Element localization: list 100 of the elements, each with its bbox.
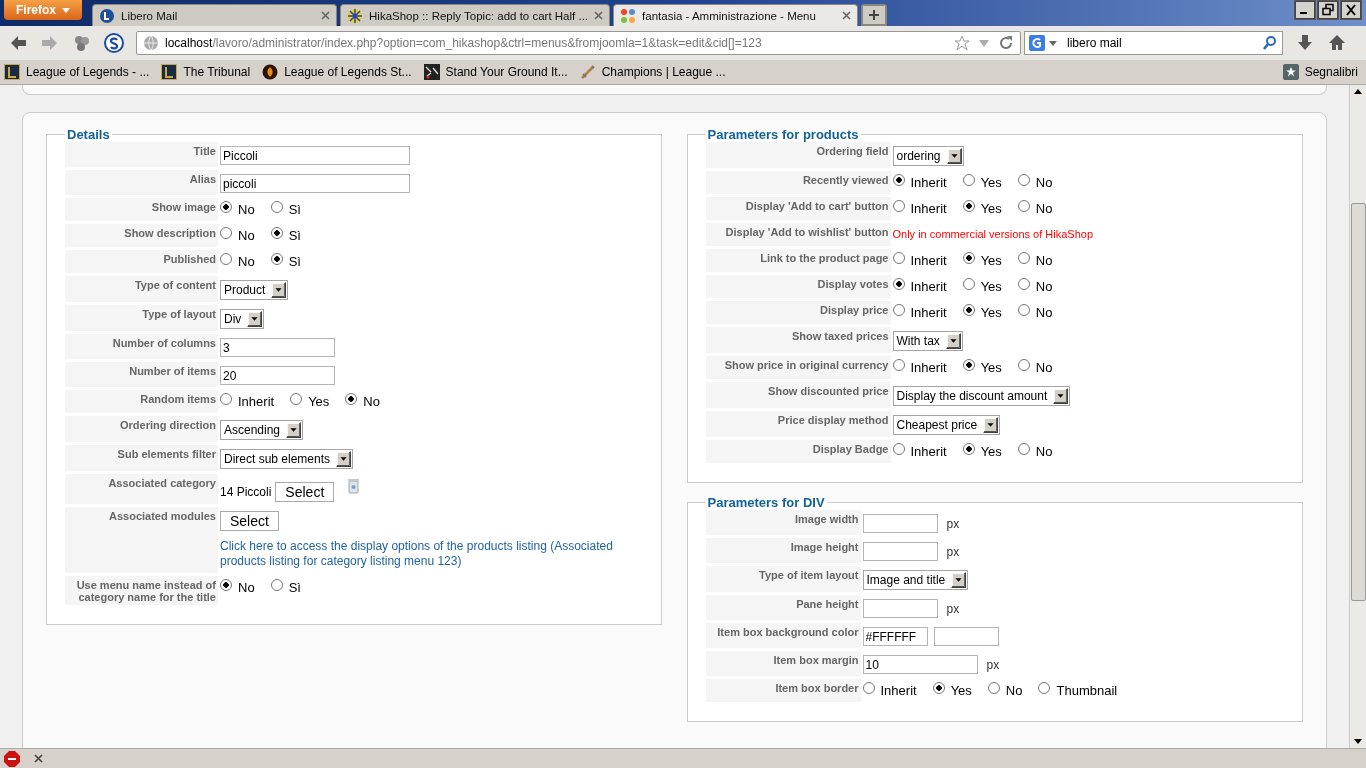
option-label: Inherit	[238, 394, 275, 409]
radio-button[interactable]	[962, 303, 975, 316]
radio-button[interactable]	[1017, 251, 1030, 264]
radio-button[interactable]	[270, 200, 283, 213]
radio-button[interactable]	[1017, 358, 1030, 371]
dropdown[interactable]: Direct sub elements	[220, 449, 354, 469]
radio-button[interactable]	[962, 358, 975, 371]
close-icon[interactable]	[34, 754, 43, 763]
star-icon[interactable]	[1282, 64, 1299, 80]
radio-button[interactable]	[892, 303, 905, 316]
radio-button[interactable]	[345, 392, 358, 405]
dropdown[interactable]: Image and title	[862, 570, 969, 590]
caret-icon[interactable]	[1049, 40, 1057, 46]
input-field[interactable]	[862, 514, 938, 533]
radio-button[interactable]	[932, 681, 945, 694]
dropdown[interactable]: Product	[220, 280, 289, 300]
bookmark-link[interactable]: League of Legends - ...	[26, 65, 150, 79]
bookmark-link[interactable]: Champions | League ...	[601, 65, 726, 79]
bookmarks-menu[interactable]: Segnalibri	[1304, 65, 1358, 79]
url-host: localhost	[165, 36, 213, 50]
search-field[interactable]: libero mail	[1024, 31, 1283, 55]
radio-button[interactable]	[892, 199, 905, 212]
radio-button[interactable]	[1017, 277, 1030, 290]
radio-button[interactable]	[962, 173, 975, 186]
new-tab-icon[interactable]	[861, 4, 888, 26]
radio-button[interactable]	[220, 200, 232, 213]
dropdown[interactable]: Display the discount amount	[892, 386, 1071, 406]
dropdown[interactable]: Ascending	[220, 420, 304, 440]
bookmark-link[interactable]: Stand Your Ground It...	[445, 65, 568, 79]
browser-tab[interactable]: HikaShop :: Reply Topic: add to cart Half ...	[340, 4, 611, 26]
minimize-icon[interactable]	[1294, 0, 1316, 20]
radio-button[interactable]	[892, 251, 905, 264]
field-label: Display 'Add to wishlist' button	[705, 223, 891, 246]
radio-button[interactable]	[1038, 681, 1051, 694]
products-listing-link[interactable]: Click here to access the display options of the products listing (Associated products listing for category listing menu 123)	[220, 539, 640, 569]
select-button[interactable]: Select	[220, 511, 279, 531]
stop-sign-icon[interactable]	[4, 750, 20, 767]
radio-button[interactable]	[862, 681, 875, 694]
radio-button[interactable]	[962, 442, 975, 455]
input-field[interactable]: piccoli	[220, 174, 410, 193]
browser-tab[interactable]: Libero Mail	[92, 4, 337, 26]
address-bar[interactable]: localhost/lavoro/administrator/index.php?option=com_hikashop&ctrl=menus&fromjoomla=1&task=edit&cid[]=123	[136, 31, 1021, 55]
input-field[interactable]: 10	[862, 655, 978, 674]
flame-icon[interactable]	[262, 64, 279, 80]
radio-button[interactable]	[962, 199, 975, 212]
input-field[interactable]: 3	[220, 338, 335, 357]
four-dots-icon	[620, 7, 637, 24]
dropdown[interactable]: Div	[220, 309, 265, 329]
radio-button[interactable]	[220, 226, 232, 239]
dropdown-arrow-icon	[247, 311, 263, 327]
radio-button[interactable]	[290, 392, 303, 405]
radio-button[interactable]	[892, 358, 905, 371]
dropdown[interactable]: With tax	[892, 331, 963, 351]
reload-icon[interactable]	[998, 35, 1014, 51]
radio-button[interactable]	[1017, 303, 1030, 316]
option-label: Yes	[980, 360, 1002, 375]
trash-icon[interactable]	[348, 478, 360, 494]
dropdown[interactable]: Cheapest price	[892, 415, 1001, 435]
restore-icon[interactable]	[1317, 0, 1339, 20]
input-field[interactable]	[862, 599, 938, 618]
radio-button[interactable]	[1017, 173, 1030, 186]
field-label: Associated modules	[65, 507, 218, 573]
radio-button[interactable]	[987, 681, 1000, 694]
radio-button[interactable]	[1017, 442, 1030, 455]
framed-letter-icon[interactable]	[4, 64, 20, 80]
radio-button[interactable]	[892, 442, 905, 455]
radio-button[interactable]	[962, 277, 975, 290]
radio-button[interactable]	[1017, 199, 1030, 212]
star-icon[interactable]	[954, 35, 970, 51]
section-title: Parameters for DIV	[706, 495, 826, 510]
radio-button[interactable]	[270, 226, 283, 239]
sword-icon[interactable]	[579, 64, 596, 80]
search-icon[interactable]	[1262, 35, 1278, 51]
input-field[interactable]: #FFFFFF	[862, 627, 928, 646]
framed-letter-icon[interactable]	[161, 64, 178, 80]
radio-button[interactable]	[270, 252, 283, 265]
radio-button[interactable]	[892, 173, 905, 186]
tile-icon[interactable]	[423, 64, 440, 80]
select-button[interactable]: Select	[275, 482, 335, 502]
option-label: Inherit	[910, 175, 947, 190]
radio-button[interactable]	[220, 392, 232, 405]
bookmark-link[interactable]: The Tribunal	[183, 65, 251, 79]
input-field[interactable]	[862, 542, 938, 561]
home-icon[interactable]	[1327, 33, 1347, 53]
radio-button[interactable]	[892, 277, 905, 290]
close-icon[interactable]	[1340, 0, 1362, 20]
dropdown[interactable]: ordering	[892, 146, 964, 166]
input-field[interactable]	[933, 627, 999, 646]
g-logo-icon[interactable]	[1029, 35, 1045, 51]
browser-tab[interactable]: fantasia - Amministrazione - Menu	[613, 4, 859, 26]
radio-button[interactable]	[220, 578, 232, 591]
input-field[interactable]: Piccoli	[220, 146, 410, 165]
s-logo-icon[interactable]	[104, 33, 124, 53]
input-field[interactable]: 20	[220, 366, 335, 385]
radio-button[interactable]	[270, 578, 283, 591]
scrollbar-thumb[interactable]	[1350, 203, 1366, 601]
bookmark-link[interactable]: League of Legends St...	[284, 65, 412, 79]
radio-button[interactable]	[220, 252, 232, 265]
radio-button[interactable]	[962, 251, 975, 264]
circles-icon[interactable]	[72, 33, 92, 53]
